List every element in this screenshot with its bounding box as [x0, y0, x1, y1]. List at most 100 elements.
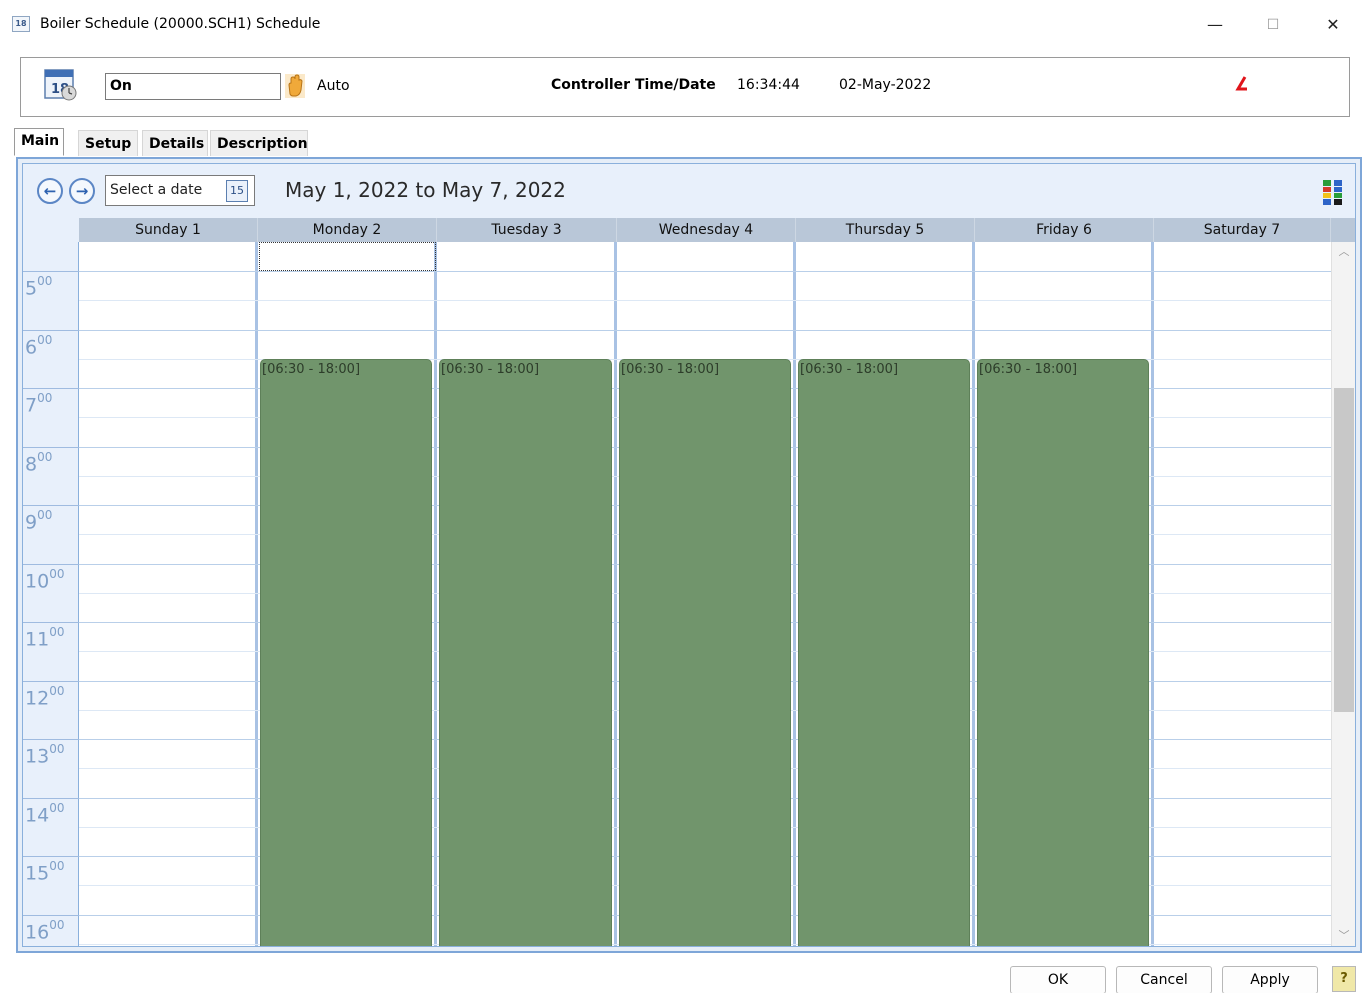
- title-bar: 18 Boiler Schedule (20000.SCH1) Schedule…: [0, 0, 1368, 46]
- minute-value: 00: [37, 333, 53, 347]
- controller-time-label: Controller Time/Date: [551, 77, 716, 93]
- minute-value: 00: [49, 567, 65, 581]
- hour-divider: [23, 622, 79, 623]
- time-column: 500 600 700 800 900 1000 1100 1200 1300 1400 1500 1…: [23, 242, 79, 946]
- hour-value: 9: [25, 511, 38, 534]
- schedule-event[interactable]: [06:30 - 18:00]: [439, 359, 612, 946]
- manual-override-hand-icon[interactable]: [285, 74, 305, 98]
- event-time-range: [06:30 - 18:00]: [441, 362, 540, 377]
- scroll-up-icon[interactable]: ︿: [1332, 242, 1355, 262]
- minute-value: 00: [49, 918, 65, 932]
- day-header[interactable]: Wednesday 4: [617, 218, 796, 242]
- schedule-event[interactable]: [06:30 - 18:00]: [977, 359, 1149, 946]
- maximize-button[interactable]: ☐: [1250, 8, 1296, 42]
- hour-label: 1600: [25, 918, 65, 944]
- date-picker-calendar-icon[interactable]: 15: [226, 180, 248, 202]
- hour-divider: [23, 739, 79, 740]
- event-time-range: [06:30 - 18:00]: [979, 362, 1078, 377]
- tab-main[interactable]: Main: [14, 128, 64, 156]
- selected-time-slot[interactable]: [259, 242, 436, 271]
- date-picker-placeholder: Select a date: [110, 182, 203, 198]
- scroll-down-icon[interactable]: ﹀: [1332, 926, 1355, 946]
- alarm-icon: [1233, 74, 1253, 94]
- prev-week-button[interactable]: ←: [37, 178, 63, 204]
- event-time-range: [06:30 - 18:00]: [800, 362, 899, 377]
- tab-description[interactable]: Description: [210, 130, 308, 156]
- hour-label: 1000: [25, 567, 65, 592]
- minute-value: 00: [37, 508, 53, 522]
- day-header[interactable]: Sunday 1: [79, 218, 258, 242]
- hour-value: 7: [25, 394, 38, 417]
- hour-divider: [23, 681, 79, 682]
- next-week-button[interactable]: →: [69, 178, 95, 204]
- hour-label: 500: [25, 274, 52, 299]
- hour-divider: [23, 798, 79, 799]
- day-column[interactable]: [79, 242, 258, 946]
- controller-time: 16:34:44: [737, 77, 800, 93]
- minute-value: 00: [37, 391, 53, 405]
- day-header[interactable]: Thursday 5: [796, 218, 975, 242]
- day-column[interactable]: [1154, 242, 1331, 946]
- time-grid[interactable]: 500 600 700 800 900 1000 1100 1200 1300 1400 1500 1…: [23, 242, 1355, 946]
- help-button[interactable]: ?: [1332, 966, 1356, 992]
- date-range-title: May 1, 2022 to May 7, 2022: [285, 178, 566, 202]
- schedule-event[interactable]: [06:30 - 18:00]: [619, 359, 791, 946]
- hour-value: 11: [25, 628, 50, 651]
- cancel-button[interactable]: Cancel: [1116, 966, 1212, 993]
- view-options-grid-icon[interactable]: [1323, 180, 1343, 206]
- hour-value: 16: [25, 921, 50, 944]
- ok-button[interactable]: OK: [1010, 966, 1106, 993]
- hour-divider: [23, 505, 79, 506]
- event-time-range: [06:30 - 18:00]: [621, 362, 720, 377]
- mode-field[interactable]: On: [105, 73, 281, 100]
- schedule-event[interactable]: [06:30 - 18:00]: [260, 359, 432, 946]
- hour-divider: [23, 856, 79, 857]
- week-calendar: ← → Select a date 15 May 1, 2022 to May …: [22, 163, 1356, 947]
- grid-line: [79, 300, 1331, 301]
- minute-value: 00: [37, 450, 53, 464]
- hour-divider: [23, 388, 79, 389]
- calendar-nav-bar: ← → Select a date 15 May 1, 2022 to May …: [23, 164, 1355, 218]
- hour-label: 1500: [25, 859, 65, 885]
- hour-label: 800: [25, 450, 53, 475]
- tab-setup[interactable]: Setup: [78, 130, 138, 156]
- header-corner: [23, 218, 79, 242]
- day-header[interactable]: Tuesday 3: [437, 218, 617, 242]
- schedule-event[interactable]: [06:30 - 18:00]: [798, 359, 970, 946]
- controller-date: 02-May-2022: [839, 77, 932, 93]
- tab-details[interactable]: Details: [142, 130, 208, 156]
- hour-value: 15: [25, 862, 50, 885]
- minimize-button[interactable]: —: [1192, 8, 1238, 42]
- hour-label: 600: [25, 333, 53, 359]
- grid-line: [79, 271, 1331, 272]
- vertical-scrollbar[interactable]: ︿ ﹀: [1331, 242, 1355, 946]
- close-button[interactable]: ✕: [1310, 8, 1356, 42]
- hour-label: 1200: [25, 684, 65, 710]
- day-header[interactable]: Saturday 7: [1154, 218, 1331, 242]
- hour-value: 6: [25, 336, 38, 359]
- hour-value: 14: [25, 804, 50, 827]
- window-title: Boiler Schedule (20000.SCH1) Schedule: [40, 16, 321, 32]
- hour-divider: [23, 330, 79, 331]
- schedule-toolbar: 18 On Auto Controller Time/Date 16:34:44…: [20, 57, 1350, 117]
- minute-value: 00: [49, 859, 65, 873]
- hour-label: 900: [25, 508, 53, 534]
- hour-label: 1300: [25, 742, 64, 767]
- minute-value: 00: [49, 684, 65, 698]
- hour-divider: [23, 564, 79, 565]
- hour-divider: [23, 447, 79, 448]
- event-time-range: [06:30 - 18:00]: [262, 362, 361, 377]
- hour-label: 1100: [25, 625, 65, 651]
- schedule-panel: ← → Select a date 15 May 1, 2022 to May …: [16, 157, 1362, 953]
- hour-label: 700: [25, 391, 53, 417]
- minute-value: 00: [49, 625, 65, 639]
- hour-divider: [23, 271, 79, 272]
- hour-label: 1400: [25, 801, 64, 827]
- grid-line: [79, 330, 1331, 331]
- day-header[interactable]: Monday 2: [258, 218, 437, 242]
- scroll-thumb[interactable]: [1334, 388, 1354, 712]
- hour-value: 12: [25, 687, 50, 710]
- day-header[interactable]: Friday 6: [975, 218, 1154, 242]
- date-picker-input[interactable]: Select a date 15: [105, 175, 255, 206]
- apply-button[interactable]: Apply: [1222, 966, 1318, 993]
